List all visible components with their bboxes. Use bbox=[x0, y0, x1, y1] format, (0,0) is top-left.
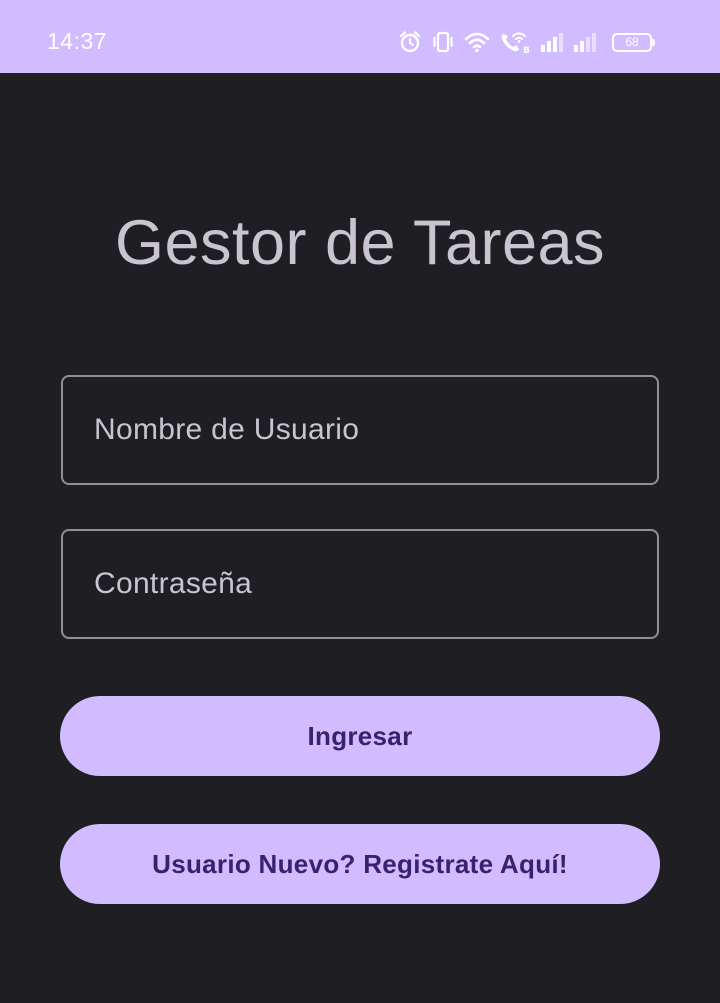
alarm-icon bbox=[398, 30, 422, 54]
wifi-icon bbox=[464, 30, 490, 54]
register-button-label: Usuario Nuevo? Registrate Aquí! bbox=[152, 848, 568, 879]
password-placeholder: Contraseña bbox=[94, 567, 253, 600]
signal-1-icon bbox=[540, 30, 564, 54]
username-field[interactable]: Nombre de Usuario bbox=[61, 375, 659, 485]
password-field[interactable]: Contraseña bbox=[61, 529, 659, 639]
username-placeholder: Nombre de Usuario bbox=[94, 413, 360, 446]
status-bar: 14:37 B 68 bbox=[0, 0, 720, 73]
svg-text:B: B bbox=[523, 46, 530, 54]
app-title: Gestor de Tareas bbox=[114, 208, 606, 278]
login-button[interactable]: Ingresar bbox=[60, 696, 660, 776]
battery-icon: 68 bbox=[612, 32, 655, 52]
vibrate-icon bbox=[431, 30, 455, 54]
status-icons: B 68 bbox=[398, 28, 655, 56]
signal-2-icon bbox=[573, 30, 597, 54]
login-button-label: Ingresar bbox=[307, 720, 413, 751]
battery-level: 68 bbox=[625, 35, 639, 49]
wifi-calling-icon: B bbox=[499, 30, 531, 54]
status-time: 14:37 bbox=[47, 28, 108, 54]
register-button[interactable]: Usuario Nuevo? Registrate Aquí! bbox=[60, 824, 660, 904]
